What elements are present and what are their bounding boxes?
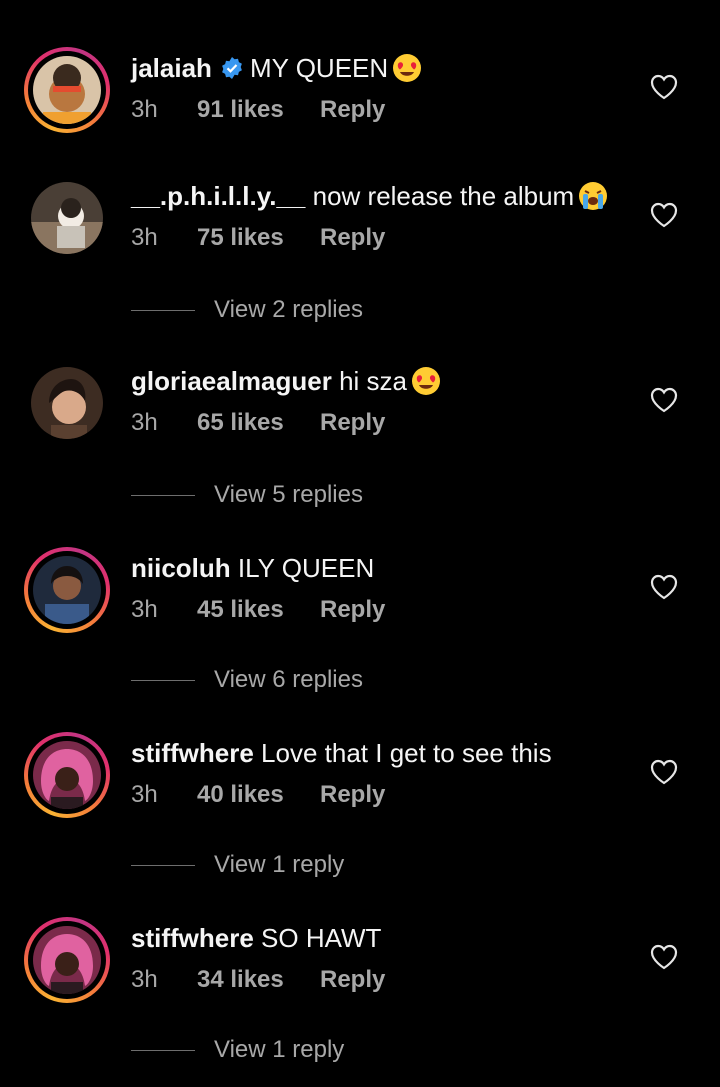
username[interactable]: gloriaealmaguer bbox=[131, 366, 332, 396]
view-replies-label: View 1 reply bbox=[214, 851, 345, 878]
like-heart-icon[interactable] bbox=[650, 574, 678, 600]
username[interactable]: jalaiah bbox=[131, 53, 212, 83]
divider bbox=[131, 310, 195, 311]
avatar-image bbox=[33, 56, 101, 124]
timestamp: 3h bbox=[131, 409, 158, 436]
heart-eyes-emoji-icon bbox=[412, 367, 441, 395]
comment-line: gloriaealmaguer hi sza bbox=[131, 364, 651, 398]
comment-line: niicoluh ILY QUEEN bbox=[131, 551, 651, 585]
comment-line: jalaiah MY QUEEN bbox=[131, 51, 651, 85]
comment-meta: 3h 75 likes Reply bbox=[131, 223, 385, 253]
username[interactable]: stiffwhere bbox=[131, 738, 254, 768]
likes-count[interactable]: 34 likes bbox=[197, 965, 320, 995]
comment-text: SO HAWT bbox=[261, 923, 382, 953]
view-replies-button[interactable]: View 2 replies bbox=[131, 295, 531, 325]
avatar[interactable] bbox=[24, 732, 110, 818]
view-replies-label: View 5 replies bbox=[214, 481, 363, 508]
reply-button[interactable]: Reply bbox=[320, 96, 385, 123]
likes-count[interactable]: 45 likes bbox=[197, 595, 320, 625]
like-heart-icon[interactable] bbox=[650, 74, 678, 100]
comment-meta: 3h 65 likes Reply bbox=[131, 408, 385, 438]
comment-meta: 3h 45 likes Reply bbox=[131, 595, 385, 625]
avatar[interactable] bbox=[24, 360, 110, 446]
avatar[interactable] bbox=[24, 547, 110, 633]
username[interactable]: stiffwhere bbox=[131, 923, 254, 953]
divider bbox=[131, 1050, 195, 1051]
likes-count[interactable]: 65 likes bbox=[197, 408, 320, 438]
view-replies-button[interactable]: View 1 reply bbox=[131, 850, 531, 880]
avatar[interactable] bbox=[24, 917, 110, 1003]
avatar[interactable] bbox=[24, 175, 110, 261]
divider bbox=[131, 680, 195, 681]
view-replies-label: View 1 reply bbox=[214, 1036, 345, 1063]
comment-text: now release the album bbox=[312, 181, 575, 211]
heart-eyes-emoji-icon bbox=[393, 54, 422, 82]
comment: niicoluh ILY QUEEN 3h 45 likes Reply bbox=[0, 547, 720, 667]
timestamp: 3h bbox=[131, 781, 158, 808]
avatar-image bbox=[33, 741, 101, 809]
reply-button[interactable]: Reply bbox=[320, 409, 385, 436]
avatar-image bbox=[31, 182, 103, 254]
view-replies-button[interactable]: View 6 replies bbox=[131, 665, 531, 695]
comment-text: hi sza bbox=[339, 366, 408, 396]
comment-meta: 3h 40 likes Reply bbox=[131, 780, 385, 810]
timestamp: 3h bbox=[131, 224, 158, 251]
view-replies-button[interactable]: View 1 reply bbox=[131, 1035, 531, 1065]
comment: __.p.h.i.l.l.y.__ now release the album … bbox=[0, 175, 720, 295]
view-replies-label: View 2 replies bbox=[214, 296, 363, 323]
username[interactable]: __.p.h.i.l.l.y.__ bbox=[131, 181, 305, 211]
divider bbox=[131, 865, 195, 866]
verified-badge-icon bbox=[222, 57, 242, 79]
timestamp: 3h bbox=[131, 966, 158, 993]
like-heart-icon[interactable] bbox=[650, 202, 678, 228]
comment-text: MY QUEEN bbox=[249, 53, 389, 83]
comment-text: Love that I get to see this bbox=[261, 738, 552, 768]
view-replies-label: View 6 replies bbox=[214, 666, 363, 693]
view-replies-button[interactable]: View 5 replies bbox=[131, 480, 531, 510]
timestamp: 3h bbox=[131, 96, 158, 123]
comment-meta: 3h 91 likes Reply bbox=[131, 95, 385, 125]
comment: jalaiah MY QUEEN 3h 91 likes Reply bbox=[0, 47, 720, 167]
comment-meta: 3h 34 likes Reply bbox=[131, 965, 385, 995]
comment-line: stiffwhere Love that I get to see this bbox=[131, 736, 651, 770]
avatar-image bbox=[31, 367, 103, 439]
avatar[interactable] bbox=[24, 47, 110, 133]
timestamp: 3h bbox=[131, 596, 158, 623]
username[interactable]: niicoluh bbox=[131, 553, 231, 583]
comment-line: __.p.h.i.l.l.y.__ now release the album bbox=[131, 179, 651, 213]
loudly-crying-emoji-icon bbox=[579, 182, 608, 210]
like-heart-icon[interactable] bbox=[650, 387, 678, 413]
comment: stiffwhere SO HAWT 3h 34 likes Reply bbox=[0, 917, 720, 1037]
avatar-image bbox=[33, 926, 101, 994]
comment: stiffwhere Love that I get to see this 3… bbox=[0, 732, 720, 852]
reply-button[interactable]: Reply bbox=[320, 781, 385, 808]
comment-text: ILY QUEEN bbox=[237, 553, 375, 583]
comment-line: stiffwhere SO HAWT bbox=[131, 921, 651, 955]
avatar-image bbox=[33, 556, 101, 624]
like-heart-icon[interactable] bbox=[650, 759, 678, 785]
reply-button[interactable]: Reply bbox=[320, 596, 385, 623]
likes-count[interactable]: 40 likes bbox=[197, 780, 320, 810]
likes-count[interactable]: 75 likes bbox=[197, 223, 320, 253]
reply-button[interactable]: Reply bbox=[320, 966, 385, 993]
reply-button[interactable]: Reply bbox=[320, 224, 385, 251]
like-heart-icon[interactable] bbox=[650, 944, 678, 970]
likes-count[interactable]: 91 likes bbox=[197, 95, 320, 125]
comment: gloriaealmaguer hi sza 3h 65 likes Reply bbox=[0, 360, 720, 480]
divider bbox=[131, 495, 195, 496]
